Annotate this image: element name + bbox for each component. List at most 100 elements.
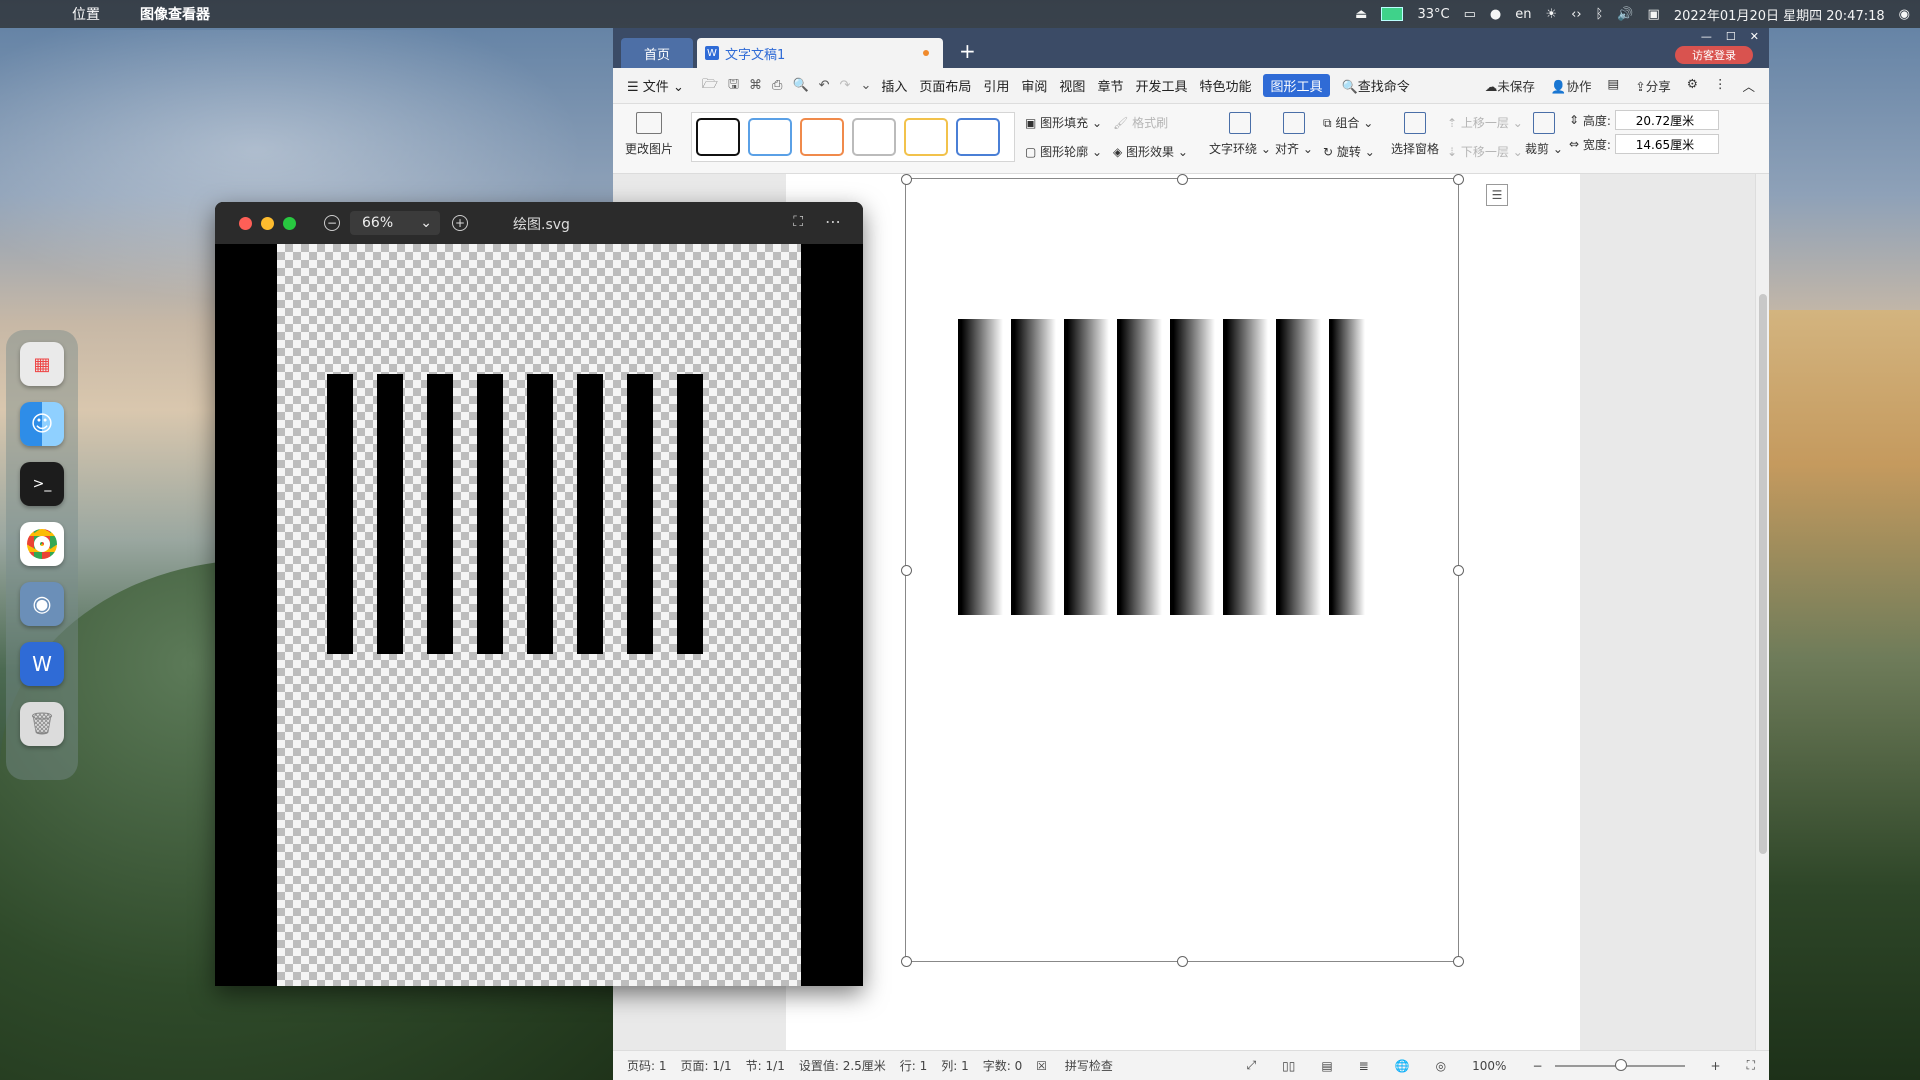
maximize-icon[interactable]: ☐ xyxy=(1726,30,1736,43)
resize-handle-l[interactable] xyxy=(901,565,912,576)
page-view-icon[interactable]: ▤ xyxy=(1321,1059,1332,1073)
zoom-select[interactable]: 66% ⌄ xyxy=(350,211,440,235)
eye-protect-icon[interactable]: ◎ xyxy=(1436,1059,1446,1073)
web-view-icon[interactable]: 🌐 xyxy=(1395,1059,1410,1073)
finder-icon[interactable]: ☺ xyxy=(20,402,64,446)
unsaved-status[interactable]: ☁未保存 xyxy=(1485,76,1535,95)
battery-icon[interactable] xyxy=(1381,7,1404,21)
save-icon[interactable]: 🖫 xyxy=(728,75,739,97)
zoom-out-button[interactable]: − xyxy=(324,215,340,231)
zoom-slider-thumb[interactable] xyxy=(1614,1058,1627,1071)
tab-home[interactable]: 首页 xyxy=(621,38,693,68)
tab-document[interactable]: W 文字文稿1 xyxy=(697,38,943,68)
group-button[interactable]: ⧉ 组合 ⌄ xyxy=(1323,114,1375,131)
screenshot-icon[interactable]: ◉ xyxy=(20,582,64,626)
fit-page-icon[interactable]: ⛶ xyxy=(1747,1058,1755,1073)
user-icon[interactable]: ◉ xyxy=(1899,7,1910,22)
minimize-window-icon[interactable] xyxy=(261,216,274,230)
display-icon[interactable]: ▭ xyxy=(1464,7,1476,22)
style-swatch-blue[interactable] xyxy=(748,118,792,156)
zoom-in-icon[interactable]: + xyxy=(1711,1059,1721,1073)
panel-icon[interactable]: ▤ xyxy=(1607,76,1619,95)
bring-forward-button[interactable]: ⇡ 上移一层 ⌄ xyxy=(1447,114,1523,131)
notes-icon[interactable]: ▣ xyxy=(1648,7,1660,22)
format-painter-icon[interactable]: ⌘ xyxy=(749,78,762,93)
menu-references[interactable]: 引用 xyxy=(983,76,1009,95)
launchpad-icon[interactable]: ▦ xyxy=(20,342,64,386)
eject-icon[interactable]: ⏏ xyxy=(1355,7,1367,22)
menu-review[interactable]: 审阅 xyxy=(1021,76,1047,95)
maximize-window-icon[interactable] xyxy=(283,216,296,230)
terminal-icon[interactable]: >_ xyxy=(20,462,64,506)
fullscreen-icon[interactable]: ⛶ xyxy=(793,214,803,230)
rotate-button[interactable]: ↻ 旋转 ⌄ xyxy=(1323,143,1375,160)
menu-insert[interactable]: 插入 xyxy=(881,76,907,95)
collab-button[interactable]: 👤协作 xyxy=(1551,76,1592,95)
clock-datetime[interactable]: 2022年01月20日 星期四 20:47:18 xyxy=(1674,5,1885,24)
bluetooth-icon[interactable]: ᛒ xyxy=(1596,7,1604,22)
width-input[interactable] xyxy=(1614,134,1719,154)
style-swatch-gray[interactable] xyxy=(852,118,896,156)
file-menu[interactable]: ☰ 文件 ⌄ xyxy=(627,76,684,95)
height-input[interactable] xyxy=(1614,110,1719,130)
resize-handle-b[interactable] xyxy=(1177,956,1188,967)
style-swatch-yellow[interactable] xyxy=(904,118,948,156)
zoom-out-icon[interactable]: − xyxy=(1532,1059,1542,1073)
zoom-level[interactable]: 100% xyxy=(1472,1059,1506,1073)
image-canvas[interactable] xyxy=(277,244,801,986)
chat-icon[interactable]: ● xyxy=(1490,7,1501,22)
menu-chapter[interactable]: 章节 xyxy=(1097,76,1123,95)
selected-picture-frame[interactable] xyxy=(901,174,1464,967)
select-pane-button[interactable]: 选择窗格 xyxy=(1391,112,1439,157)
brightness-icon[interactable]: ☀ xyxy=(1545,7,1557,22)
close-window-icon[interactable] xyxy=(239,216,252,230)
change-picture-button[interactable]: 更改图片 xyxy=(623,112,675,157)
menu-dev-tools[interactable]: 开发工具 xyxy=(1135,76,1187,95)
menu-page-layout[interactable]: 页面布局 xyxy=(919,76,971,95)
resize-handle-t[interactable] xyxy=(1177,174,1188,185)
resize-handle-tl[interactable] xyxy=(901,174,912,185)
more-quick-icon[interactable]: ⌄ xyxy=(860,78,871,93)
close-icon[interactable]: ✕ xyxy=(1750,30,1759,43)
resize-handle-br[interactable] xyxy=(1453,956,1464,967)
print-preview-icon[interactable]: 🔍 xyxy=(792,78,808,93)
volume-icon[interactable]: 🔊 xyxy=(1617,7,1633,22)
settings-icon[interactable]: ⚙ xyxy=(1687,76,1698,95)
undo-icon[interactable]: ↶ xyxy=(819,78,830,93)
menu-app-name[interactable]: 图像查看器 xyxy=(140,4,210,24)
wps-icon[interactable]: W xyxy=(20,642,64,686)
more-icon[interactable]: ⋮ xyxy=(1714,76,1727,95)
resize-handle-tr[interactable] xyxy=(1453,174,1464,185)
fullscreen-icon[interactable]: ⤢ xyxy=(1246,1058,1256,1073)
scrollbar-thumb[interactable] xyxy=(1759,294,1767,854)
network-icon[interactable]: ‹› xyxy=(1571,7,1581,22)
more-icon[interactable]: ⋯ xyxy=(825,212,841,231)
search-command[interactable]: 🔍查找命令 xyxy=(1342,76,1410,95)
shape-fill-button[interactable]: ▣ 图形填充 ⌄ xyxy=(1025,114,1102,131)
send-backward-button[interactable]: ⇣ 下移一层 ⌄ xyxy=(1447,143,1523,160)
layout-options-icon[interactable]: ☰ xyxy=(1486,184,1508,206)
align-button[interactable]: 对齐 ⌄ xyxy=(1275,112,1313,157)
spell-check-button[interactable]: ☒ 拼写检查 xyxy=(1036,1057,1113,1074)
read-mode-icon[interactable]: ▯▯ xyxy=(1282,1059,1295,1073)
minimize-icon[interactable]: — xyxy=(1701,30,1712,43)
crop-button[interactable]: 裁剪 ⌄ xyxy=(1525,112,1563,157)
share-button[interactable]: ⇪分享 xyxy=(1635,76,1671,95)
style-swatch-darkblue[interactable] xyxy=(956,118,1000,156)
zoom-in-button[interactable]: + xyxy=(452,215,468,231)
shape-outline-button[interactable]: ▢ 图形轮廓 ⌄ xyxy=(1025,143,1102,160)
collapse-ribbon-icon[interactable]: ︿ xyxy=(1742,76,1755,95)
format-brush-button[interactable]: 🖌 格式刷 xyxy=(1113,114,1188,131)
style-swatch-orange[interactable] xyxy=(800,118,844,156)
document-page[interactable]: ☰ xyxy=(786,174,1580,1050)
resize-handle-bl[interactable] xyxy=(901,956,912,967)
menu-shape-tools[interactable]: 图形工具 xyxy=(1263,74,1330,97)
input-method[interactable]: en xyxy=(1515,7,1531,22)
shape-effect-button[interactable]: ◈ 图形效果 ⌄ xyxy=(1113,143,1188,160)
trash-icon[interactable]: 🗑 xyxy=(20,702,64,746)
open-icon[interactable]: 🗁 xyxy=(702,75,718,97)
menu-view[interactable]: 视图 xyxy=(1059,76,1085,95)
resize-handle-r[interactable] xyxy=(1453,565,1464,576)
redo-icon[interactable]: ↷ xyxy=(840,78,851,93)
menu-location[interactable]: 位置 xyxy=(72,4,100,24)
